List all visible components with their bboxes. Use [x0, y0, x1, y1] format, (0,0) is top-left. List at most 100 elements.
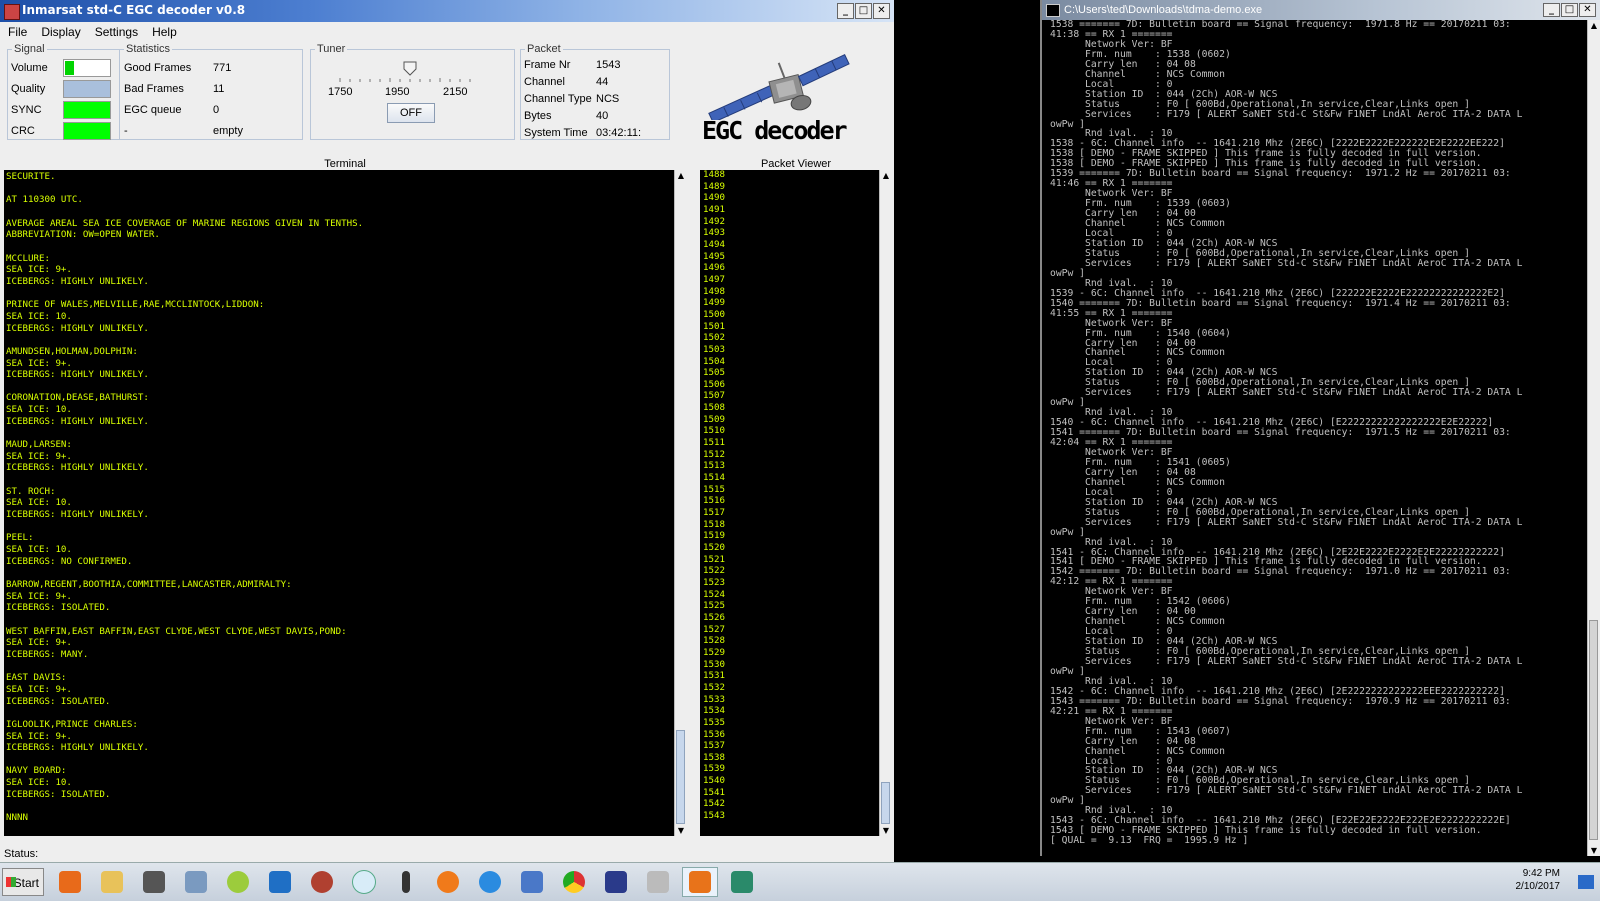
- sdr-app-icon[interactable]: [514, 867, 550, 897]
- console-output[interactable]: 1538 ======= 7D: Bulletin board == Signa…: [1050, 20, 1582, 856]
- menu-bar: File Display Settings Help: [0, 22, 894, 42]
- good-frames-label: Good Frames: [124, 62, 192, 74]
- audio-app-icon[interactable]: [640, 867, 676, 897]
- satellite-icon: [708, 54, 850, 124]
- bad-frames-value: 11: [213, 83, 225, 95]
- start-button[interactable]: Start: [2, 868, 44, 896]
- sync-label: SYNC: [11, 104, 42, 116]
- menu-display[interactable]: Display: [41, 22, 80, 42]
- file-explorer-icon[interactable]: [94, 867, 130, 897]
- bytes-label: Bytes: [524, 110, 552, 122]
- close-button[interactable]: ✕: [1579, 3, 1596, 17]
- talk-icon[interactable]: [346, 867, 382, 897]
- tuner-legend: Tuner: [317, 43, 346, 55]
- menu-settings[interactable]: Settings: [95, 22, 138, 42]
- window-title: Inmarsat std-C EGC decoder v0.8: [22, 3, 246, 17]
- globe-app-icon[interactable]: [304, 867, 340, 897]
- channel-type-label: Channel Type: [524, 93, 592, 105]
- channel-value: 44: [596, 76, 609, 88]
- chrome-icon[interactable]: [556, 867, 592, 897]
- scroll-up-icon[interactable]: ▲: [1588, 20, 1600, 31]
- tuner-scale-1750: 1750: [328, 86, 353, 98]
- terminal-scroll-thumb[interactable]: [676, 730, 685, 824]
- frame-nr-value: 1543: [596, 59, 621, 71]
- taskbar: Start 9:42 PM 2/10/2017: [0, 862, 1600, 901]
- notifications-icon[interactable]: [1578, 875, 1594, 889]
- channel-label: Channel: [524, 76, 565, 88]
- sync-indicator: [63, 101, 111, 119]
- maximize-button[interactable]: □: [855, 3, 872, 19]
- maximize-button[interactable]: □: [1561, 3, 1578, 17]
- close-button[interactable]: ✕: [873, 3, 890, 19]
- tuner-slider[interactable]: [328, 60, 486, 82]
- scroll-up-icon[interactable]: ▲: [675, 170, 687, 181]
- terminal-header: Terminal: [324, 158, 366, 170]
- clock-date: 2/10/2017: [1515, 881, 1561, 892]
- network-tool-icon[interactable]: [178, 867, 214, 897]
- egc-title-bar[interactable]: Inmarsat std-C EGC decoder v0.8 _ □ ✕: [0, 0, 894, 22]
- bytes-value: 40: [596, 110, 609, 122]
- status-label: Status:: [4, 848, 39, 860]
- statistics-legend: Statistics: [126, 43, 171, 55]
- bad-frames-label: Bad Frames: [124, 83, 184, 95]
- queue-status-label: -: [124, 125, 128, 137]
- quality-label: Quality: [11, 83, 46, 95]
- terminal-scrollbar[interactable]: ▲ ▼: [674, 170, 687, 836]
- frame-nr-label: Frame Nr: [524, 59, 571, 71]
- scroll-down-icon[interactable]: ▼: [675, 825, 687, 836]
- channel-type-value: NCS: [596, 93, 620, 105]
- volume-level-fill: [65, 61, 74, 75]
- tuner-slider-scale: [339, 61, 471, 82]
- system-time-label: System Time: [524, 127, 588, 139]
- java-app-icon[interactable]: [682, 867, 718, 897]
- crc-indicator: [63, 122, 111, 140]
- packet-legend: Packet: [527, 43, 561, 55]
- good-frames-value: 771: [213, 62, 232, 74]
- packet-group: Packet: [520, 43, 670, 140]
- minimize-button[interactable]: _: [1543, 3, 1560, 17]
- volume-label: Volume: [11, 62, 48, 74]
- console-title-bar[interactable]: C:\Users\ted\Downloads\tdma-demo.exe _ □…: [1042, 0, 1600, 20]
- tuner-scale-2150: 2150: [443, 86, 468, 98]
- quality-indicator: [63, 80, 111, 98]
- scroll-down-icon[interactable]: ▼: [1588, 845, 1600, 856]
- app-icon: [4, 4, 20, 20]
- packet-viewer-text: 1488 1489 1490 1491 1492 1493 1494 1495 …: [703, 170, 725, 822]
- console-app-icon[interactable]: [724, 867, 760, 897]
- packet-viewer-header: Packet Viewer: [760, 158, 832, 170]
- system-clock[interactable]: 9:42 PM 2/10/2017: [1516, 867, 1561, 893]
- system-time-value: 03:42:11:: [596, 127, 642, 139]
- firefox-icon[interactable]: [430, 867, 466, 897]
- tuner-thumb[interactable]: [403, 61, 417, 76]
- scroll-up-icon[interactable]: ▲: [880, 170, 892, 181]
- console-scroll-thumb[interactable]: [1589, 620, 1598, 840]
- clock-time: 9:42 PM: [1522, 868, 1560, 879]
- egc-logo: EGC decoder: [700, 48, 870, 145]
- microphone-icon[interactable]: [388, 867, 424, 897]
- packet-viewer-scroll-thumb[interactable]: [881, 782, 890, 824]
- radio-app-icon[interactable]: [598, 867, 634, 897]
- volume-meter: [63, 59, 111, 77]
- media-player-icon[interactable]: [52, 867, 88, 897]
- packet-viewer-panel[interactable]: 1488 1489 1490 1491 1492 1493 1494 1495 …: [700, 170, 880, 836]
- console-window: C:\Users\ted\Downloads\tdma-demo.exe _ □…: [1040, 0, 1600, 856]
- outlook-icon[interactable]: [262, 867, 298, 897]
- disc-app-icon[interactable]: [220, 867, 256, 897]
- logo-text: EGC decoder: [702, 116, 848, 145]
- menu-help[interactable]: Help: [152, 22, 177, 42]
- egc-queue-label: EGC queue: [124, 104, 182, 116]
- packet-viewer-scrollbar[interactable]: ▲ ▼: [879, 170, 892, 836]
- scroll-down-icon[interactable]: ▼: [880, 825, 892, 836]
- minimize-button[interactable]: _: [837, 3, 854, 19]
- crc-label: CRC: [11, 125, 35, 137]
- internet-explorer-icon[interactable]: [472, 867, 508, 897]
- console-icon: [1046, 4, 1060, 17]
- terminal-panel[interactable]: SECURITE. AT 110300 UTC. AVERAGE AREAL S…: [4, 170, 674, 836]
- egc-queue-value: 0: [213, 104, 220, 116]
- tuner-off-button[interactable]: OFF: [387, 103, 435, 123]
- menu-file[interactable]: File: [8, 22, 27, 42]
- console-scrollbar[interactable]: ▲ ▼: [1587, 20, 1600, 856]
- signal-legend: Signal: [14, 43, 45, 55]
- terminal-text: SECURITE. AT 110300 UTC. AVERAGE AREAL S…: [6, 172, 364, 824]
- calculator-icon[interactable]: [136, 867, 172, 897]
